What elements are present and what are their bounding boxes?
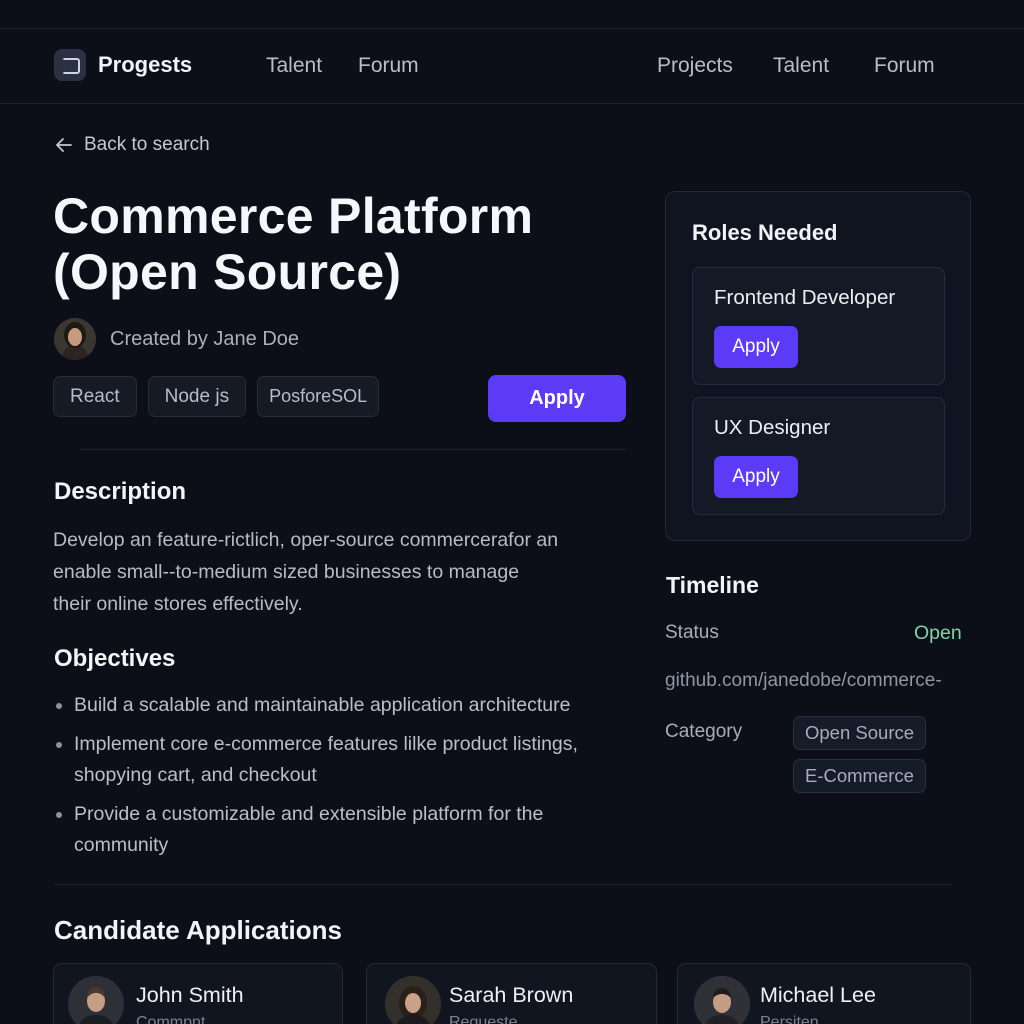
nav-link-forum-right[interactable]: Forum <box>874 54 935 78</box>
candidate-status: Regueste <box>449 1014 518 1024</box>
candidate-card[interactable]: Michael Lee Persiten <box>677 963 971 1024</box>
nav-link-projects[interactable]: Projects <box>657 54 733 78</box>
tech-tags: React Node js PosforeSOL <box>53 376 380 417</box>
logo-icon <box>54 49 86 81</box>
person-avatar-icon <box>68 976 124 1024</box>
tech-tag[interactable]: React <box>53 376 137 417</box>
candidate-status: Commpnt <box>136 1014 206 1024</box>
description-line: Develop an feature-rictlich, oper-source… <box>53 529 559 551</box>
logo-text: Progests <box>98 52 193 77</box>
objective-item: Build a scalable and maintainable applic… <box>54 690 654 721</box>
candidate-name: Michael Lee <box>760 983 876 1007</box>
arrow-left-icon <box>56 138 72 152</box>
avatar[interactable] <box>54 318 96 360</box>
role-apply-button[interactable]: Apply <box>714 326 798 368</box>
candidate-name: Sarah Brown <box>449 983 574 1007</box>
back-link-label: Back to search <box>84 134 210 155</box>
person-avatar-icon <box>385 976 441 1024</box>
description-line: their online stores effectively. <box>53 593 303 615</box>
nav-link-talent[interactable]: Talent <box>266 54 322 78</box>
apply-button[interactable]: Apply <box>488 375 626 422</box>
candidate-card[interactable]: Sarah Brown Regueste <box>366 963 657 1024</box>
tech-tag[interactable]: Node js <box>147 376 247 417</box>
status-value: Open <box>914 622 962 644</box>
status-label: Status <box>665 622 719 643</box>
category-label: Category <box>665 721 743 742</box>
creator-info: Created by Jane Doe <box>54 318 299 360</box>
nav-link-talent-right[interactable]: Talent <box>773 54 829 78</box>
candidates-heading: Candidate Applications <box>54 915 342 945</box>
objectives-heading: Objectives <box>54 645 176 672</box>
person-avatar-icon <box>54 318 96 360</box>
repo-link[interactable]: github.com/janedobe/commerce- <box>665 670 970 692</box>
project-title: Commerce Platform (Open Source) <box>53 188 613 300</box>
candidate-status: Persiten <box>760 1014 819 1024</box>
objective-item: Provide a customizable and extensible pl… <box>54 799 574 861</box>
nav-link-forum[interactable]: Forum <box>358 54 419 78</box>
project-title-line1: Commerce Platform <box>53 188 534 244</box>
divider <box>80 449 625 450</box>
project-title-line2: (Open Source) <box>53 244 402 300</box>
candidate-card[interactable]: John Smith Commpnt <box>53 963 343 1024</box>
description-line: enable small--to-medium sized businesses… <box>53 561 520 583</box>
candidate-avatar <box>68 976 124 1024</box>
objective-item: Implement core e-commerce features lilke… <box>54 729 644 791</box>
role-card-frontend: Frontend Developer Apply <box>692 267 945 385</box>
tech-tag[interactable]: PosforeSOL <box>257 376 380 417</box>
description-text: Develop an feature-rictlich, oper-source… <box>53 524 643 620</box>
objectives-list: Build a scalable and maintainable applic… <box>54 690 654 869</box>
person-avatar-icon <box>694 976 750 1024</box>
roles-heading: Roles Needed <box>692 220 838 245</box>
role-name: Frontend Developer <box>714 286 896 309</box>
candidate-name: John Smith <box>136 983 244 1007</box>
back-to-search-link[interactable]: Back to search <box>54 134 210 156</box>
description-heading: Description <box>54 478 187 505</box>
roles-needed-card: Roles Needed Frontend Developer Apply UX… <box>665 191 971 541</box>
candidate-avatar <box>694 976 750 1024</box>
logo[interactable]: Progests <box>54 49 192 81</box>
role-card-ux: UX Designer Apply <box>692 397 945 515</box>
category-tag[interactable]: E-Commerce <box>793 759 926 793</box>
candidate-avatar <box>385 976 441 1024</box>
creator-text: Created by Jane Doe <box>110 327 300 350</box>
timeline-heading: Timeline <box>666 572 759 598</box>
divider <box>55 884 952 885</box>
role-apply-button[interactable]: Apply <box>714 456 798 498</box>
category-tag[interactable]: Open Source <box>793 716 927 750</box>
role-name: UX Designer <box>714 416 831 439</box>
navbar: Progests Talent Forum Projects Talent Fo… <box>0 29 1024 104</box>
